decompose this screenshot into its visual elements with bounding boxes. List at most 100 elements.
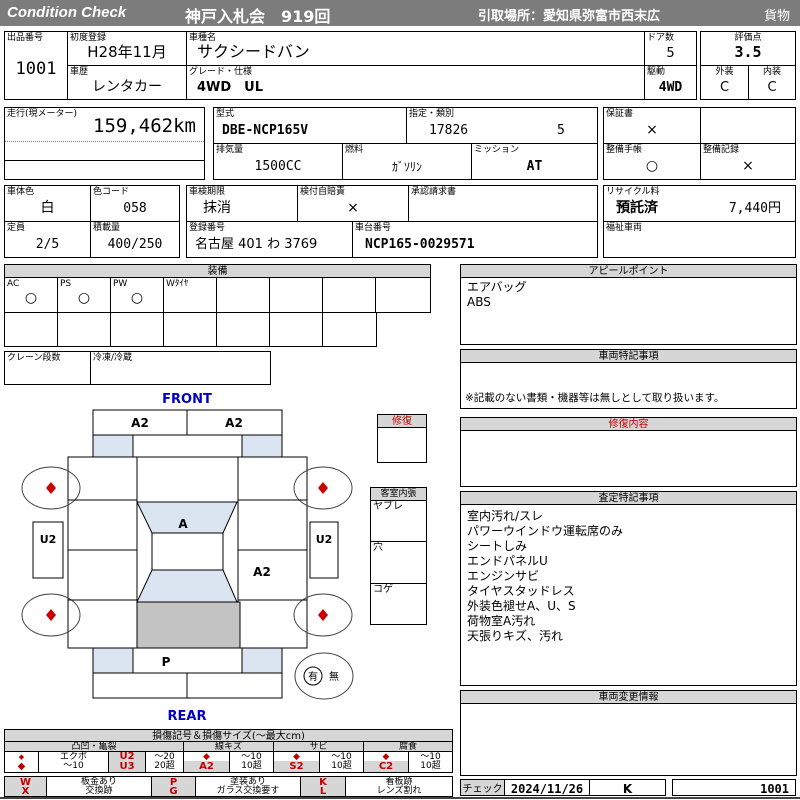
legend-mark-cell: ガラス交換要す [195,786,301,797]
drive-cell: 駆動 4WD [644,65,697,100]
repair-content-body [460,430,797,487]
roof [151,532,224,571]
payload-value: 400/250 [107,237,163,252]
interior-grade-cell: 内装 C [748,65,796,100]
history-label: 車歴 [70,67,89,77]
divider [5,160,204,161]
drive-label: 駆動 [647,67,666,77]
chassis-number-value: NCP165-0029571 [365,237,475,252]
rear-corner-left [92,647,134,674]
car-damage-diagram: FRONT A2 A2 A A2 U2 U2 P REAR 有 無 [21,392,354,724]
cabin-lining-box: 客室内張 ヤブレ 穴 コゲ [370,487,427,625]
equipment-cell-wtire: Wﾀｲﾔ [163,277,217,313]
damage-diamond-icon [46,482,56,494]
change-info-body [460,703,797,776]
cabin-row-tear-label: ヤブレ [373,501,403,512]
mark-code: L [319,786,327,797]
equipment-cell-empty [322,312,377,347]
maintenance-record-cell: 整備記録 × [700,143,796,180]
brand-logo: Condition Check [7,4,127,21]
damage-code: C2 [378,761,394,772]
grade-cell: グレード・仕様 4WD UL [186,65,645,100]
history-cell: 車歴 レンタカー [67,65,187,100]
equipment-cell-ac: AC ○ [4,277,58,313]
cabin-row-tear: ヤブレ [371,501,426,542]
fuel-value: ｶﾞｿﾘﾝ [391,160,422,174]
legend-text: 10超 [420,761,441,771]
check-lot-cell: 1001 [672,779,796,796]
mileage-label: 走行(現メーター) [7,109,78,119]
damage-code-front-left: A2 [131,416,149,430]
legend-mark-cell: レンズ割れ [345,786,453,797]
grade-value: 4WD UL [197,80,264,95]
jibaiseki-value: × [347,200,359,216]
inspection-cell: 車検期限 抹消 [186,185,298,222]
equipment-value-ac: ○ [24,290,38,306]
reefer-cell: 冷凍/冷蔵 [90,351,271,385]
model-code-cell: 型式 DBE-NCP165V [213,107,407,144]
displacement-cell: 排気量 1500CC [213,143,343,180]
warranty-label: 保証書 [606,109,634,119]
side-panel-left [32,521,64,579]
damage-diamond-icon [318,609,328,621]
appeal-line: ABS [467,295,491,309]
mark-code: X [21,786,30,797]
legend-mark-cell: L [300,786,346,797]
class-number-value: 5 [557,123,565,138]
empty-cell [700,107,796,144]
maintenance-book-label: 整備手帳 [606,145,643,155]
equipment-label-ac: AC [7,279,20,289]
maintenance-book-value: ○ [645,158,659,174]
appeal-line: エアバッグ [467,280,527,294]
legend-cell: 10超 [408,761,453,773]
assessment-line: 天張りキズ、汚れ [467,629,564,643]
welfare-vehicle-cell: 福祉車両 [603,221,796,258]
equipment-label-pw: PW [113,279,128,289]
type-class-label: 指定・類別 [409,109,455,119]
legend-cell: 10超 [319,761,364,773]
rating-value: 3.5 [734,43,762,61]
damage-code-side-left: U2 [40,533,57,546]
chassis-number-cell: 車台番号 NCP165-0029571 [352,221,598,258]
transmission-label: ミッション [474,145,520,155]
cabin-lining-header: 客室内張 [371,488,426,501]
lot-number-value: 1001 [15,59,57,79]
body-color-cell: 車体色 白 [4,185,91,222]
auction-sheet: Condition Check 神戸入札会 919回 引取場所：愛知県弥富市西末… [0,0,800,800]
recycle-fee-value: 7,440円 [728,201,781,216]
assessment-line: エンドパネルU [467,554,548,568]
jibaiseki-label: 検付自賠責 [300,187,346,197]
assessment-notes-body: 室内汚れ/スレ パワーウインドウ運転席のみ シートしみ エンドパネルU エンジン… [460,504,797,686]
legend-text: 10超 [331,761,352,771]
fuel-cell: 燃料 ｶﾞｿﾘﾝ [342,143,472,180]
interior-grade-label: 内装 [762,67,781,77]
equipment-cell-empty [4,312,58,347]
legend-cell: C2 [363,761,409,773]
payload-cell: 積載量 400/250 [90,221,180,258]
check-inspector-value: K [622,782,633,796]
cabin-row-burn: コゲ [371,584,426,624]
registration-number-cell: 登録番号 名古屋 401 わ 3769 [186,221,353,258]
change-info-header: 車両変更情報 [460,690,797,704]
mileage-cell: 走行(現メーター) 159,462km [4,107,205,180]
capacity-value: 2/5 [35,237,60,252]
side-panel-right [309,521,339,579]
repair-flag-box: 修復 [377,414,427,463]
type-number-value: 17826 [429,123,469,138]
mileage-value: 159,462km [93,115,196,137]
repair-content-header: 修復内容 [460,417,797,431]
legend-cell: ◆ [4,761,39,773]
legend-cell: 20超 [145,761,184,773]
model-code-label: 型式 [216,109,235,119]
exterior-grade-label: 外装 [715,67,734,77]
color-code-value: 058 [123,201,147,216]
cabin-row-burn-label: コゲ [373,584,393,595]
page-header: Condition Check 神戸入札会 919回 引取場所：愛知県弥富市西末… [0,0,800,26]
maintenance-book-cell: 整備手帳 ○ [603,143,701,180]
assessment-line: 外装色褪せA、U、S [467,599,576,613]
warranty-cell: 保証書 × [603,107,701,144]
equipment-cell-empty [375,277,431,313]
reefer-label: 冷凍/冷蔵 [93,353,133,363]
legend-cell: S2 [273,761,320,773]
legend-mark-cell: 交換跡 [46,786,152,797]
